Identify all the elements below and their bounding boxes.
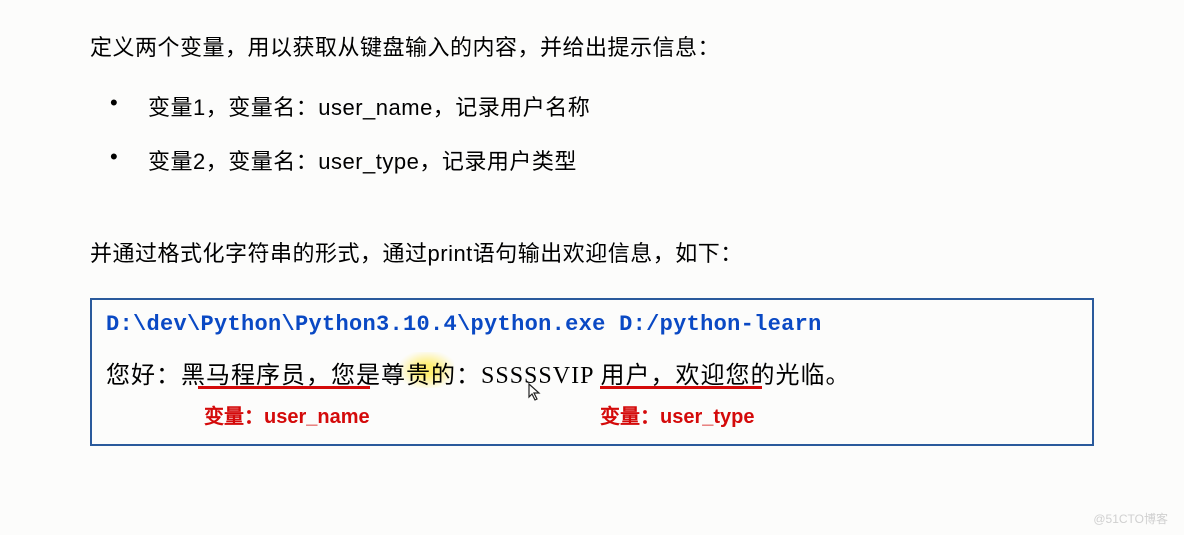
annotation-user-type: 变量：user_type [600,400,755,429]
annotation-user-name: 变量：user_name [204,400,370,429]
variable-bullet-list: 变量1，变量名：user_name，记录用户名称 变量2，变量名：user_ty… [110,90,1094,176]
intro-text: 定义两个变量，用以获取从键盘输入的内容，并给出提示信息： [90,30,1094,62]
watermark-text: @51CTO博客 [1093,510,1168,527]
list-item: 变量1，变量名：user_name，记录用户名称 [110,90,1094,122]
underline-user-name [198,386,370,389]
annotation-row: 变量：user_name 变量：user_type [106,384,1078,434]
cursor-icon [527,382,543,402]
command-line: D:\dev\Python\Python3.10.4\python.exe D:… [106,312,1078,337]
para-format-instruction: 并通过格式化字符串的形式，通过print语句输出欢迎信息，如下： [90,236,1094,268]
console-output-box: D:\dev\Python\Python3.10.4\python.exe D:… [90,298,1094,446]
underline-user-type [600,386,762,389]
list-item: 变量2，变量名：user_type，记录用户类型 [110,144,1094,176]
